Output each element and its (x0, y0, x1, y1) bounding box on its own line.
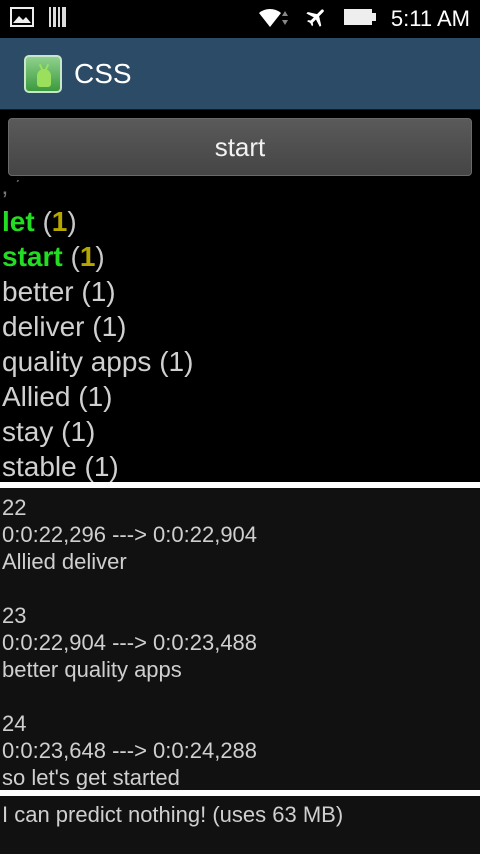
word-text: stay (2, 416, 54, 447)
word-text: Allied (2, 381, 71, 412)
list-item: quality apps (1) (2, 346, 194, 377)
subtitle-index: 23 (2, 603, 27, 628)
app-title: CSS (74, 57, 132, 89)
battery-icon (343, 7, 377, 31)
subtitle-text: so let's get started (2, 765, 180, 790)
status-bar: 5:11 AM (0, 0, 480, 38)
word-count: 1 (79, 241, 96, 272)
word-count: 1 (168, 346, 185, 377)
subtitle-timing: 0:0:22,904 ---> 0:0:23,488 (2, 630, 258, 655)
word-count: 1 (87, 381, 104, 412)
subtitle-index: 22 (2, 495, 27, 520)
word-text: let (2, 206, 35, 237)
list-item: stay (1) (2, 416, 96, 447)
subtitle-text: Allied deliver (2, 549, 127, 574)
word-text: start (2, 241, 63, 272)
subtitle-entry: 22 0:0:22,296 ---> 0:0:22,904 Allied deliv… (2, 494, 478, 575)
wifi-icon (257, 5, 291, 33)
start-button[interactable]: start (8, 118, 472, 176)
word-count: 1 (51, 206, 68, 237)
subtitle-panel[interactable]: 22 0:0:22,296 ---> 0:0:22,904 Allied deliv… (0, 488, 480, 790)
subtitle-timing: 0:0:22,296 ---> 0:0:22,904 (2, 522, 258, 547)
android-app-icon[interactable] (24, 54, 62, 93)
image-icon (10, 7, 34, 31)
status-message-panel: I can predict nothing! (uses 63 MB) (0, 796, 480, 854)
clock-time: 5:11 AM (390, 6, 470, 31)
subtitle-timing: 0:0:23,648 ---> 0:0:24,288 (2, 738, 258, 763)
list-item: better (1) (2, 276, 116, 307)
airplane-mode-icon (305, 5, 329, 33)
status-message: I can predict nothing! (uses 63 MB) (2, 802, 344, 827)
subtitle-entry: 23 0:0:22,904 ---> 0:0:23,488 better quali… (2, 602, 478, 683)
word-text: better (2, 276, 74, 307)
word-text: stable (2, 451, 77, 482)
subtitle-entry: 24 0:0:23,648 ---> 0:0:24,288 so let's get… (2, 710, 478, 791)
barcode-icon (48, 6, 68, 32)
list-item: stable (1) (2, 451, 119, 482)
subtitle-index: 24 (2, 711, 27, 736)
word-list[interactable]: ‚ ’ let (1) start (1) better (1) deliver (1… (0, 180, 480, 482)
subtitle-text: better quality apps (2, 657, 182, 682)
action-bar: CSS (0, 38, 480, 110)
list-item-partial: ‚ ’ (2, 180, 21, 200)
list-item: deliver (1) (2, 311, 127, 342)
word-count: 1 (70, 416, 87, 447)
word-text: deliver (2, 311, 85, 342)
word-count: 1 (101, 311, 118, 342)
list-item: Allied (1) (2, 381, 113, 412)
list-item: start (1) (2, 241, 105, 272)
word-count: 1 (93, 451, 110, 482)
list-item: let (1) (2, 206, 77, 237)
word-text: quality apps (2, 346, 152, 377)
word-count: 1 (90, 276, 107, 307)
